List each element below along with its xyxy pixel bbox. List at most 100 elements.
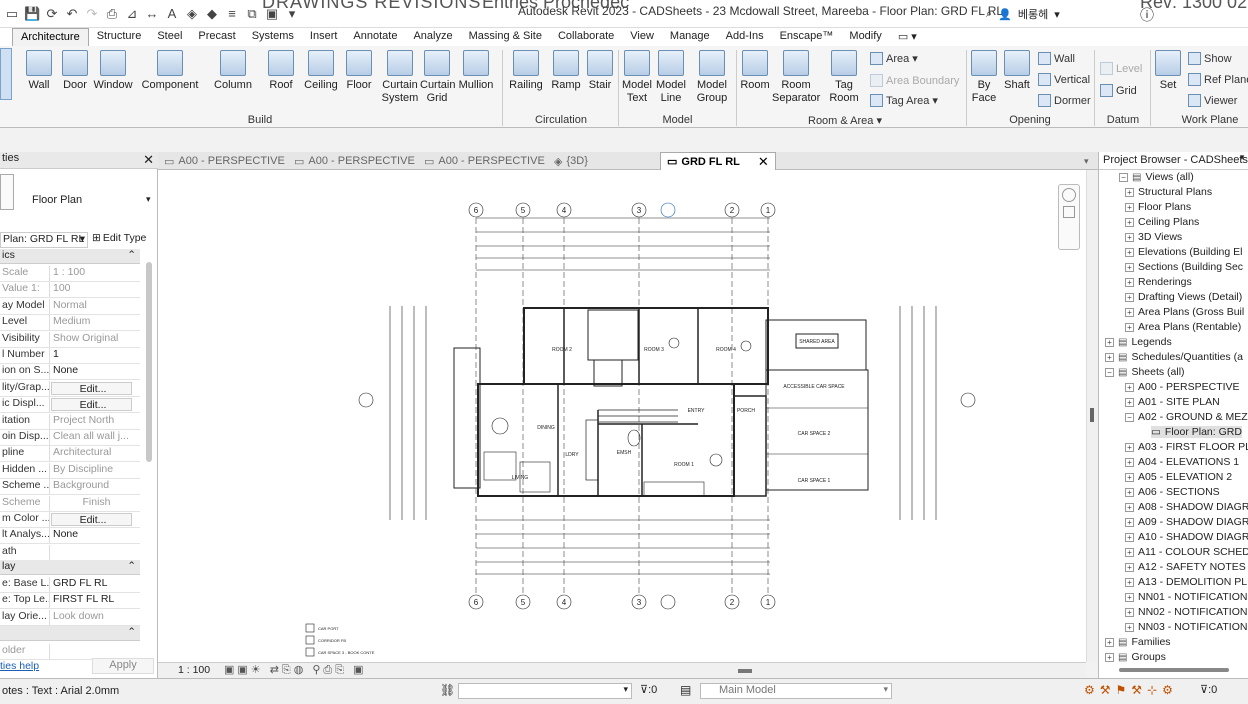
model-group-button[interactable]: Model Group [692, 50, 732, 105]
section-icon[interactable]: ◆ [204, 6, 220, 22]
prop-value[interactable]: 100 [50, 282, 140, 297]
tab-massing-site[interactable]: Massing & Site [461, 28, 550, 46]
browser-tree-item[interactable]: + Area Plans (Rentable) [1125, 321, 1241, 333]
tab-systems[interactable]: Systems [244, 28, 302, 46]
browser-tree-item[interactable]: + Ceiling Plans [1125, 216, 1199, 228]
prop-value[interactable]: None [50, 528, 140, 543]
browser-tree-item[interactable]: + Elevations (Building El [1125, 246, 1242, 258]
tab-view-a00-1[interactable]: ▭ A00 - PERSPECTIVE [164, 152, 285, 170]
properties-help-link[interactable]: ties help [0, 660, 39, 672]
undo-icon[interactable]: ↶ [64, 6, 80, 22]
browser-tree-item[interactable]: + A12 - SAFETY NOTES [1125, 561, 1246, 573]
curtain-grid-button[interactable]: Curtain Grid [420, 50, 455, 105]
show-button[interactable]: Show [1188, 52, 1232, 65]
apply-button[interactable]: Apply [92, 658, 154, 674]
browser-scrollbar[interactable] [1119, 668, 1229, 672]
measure-icon[interactable]: ⊿ [124, 6, 140, 22]
browser-tree-item[interactable]: + A13 - DEMOLITION PL [1125, 576, 1247, 588]
expand-icon[interactable]: + [1125, 277, 1134, 287]
browser-tree-item[interactable]: − ▤ Views (all) [1119, 171, 1194, 183]
worksharing-icon[interactable]: ⛓ [440, 683, 455, 697]
instance-selector[interactable]: Plan: GRD FL RL ▾ [0, 232, 88, 248]
browser-tree-item[interactable]: − A02 - GROUND & MEZ [1125, 411, 1248, 423]
browser-tree-item[interactable]: + Renderings [1125, 276, 1192, 288]
expand-icon[interactable]: + [1125, 517, 1134, 527]
prop-value[interactable]: Project North [50, 414, 140, 429]
ramp-button[interactable]: Ramp [550, 50, 582, 92]
browser-tree-item[interactable]: + A06 - SECTIONS [1125, 486, 1220, 498]
expand-icon[interactable]: + [1125, 442, 1134, 452]
tab-view-3d[interactable]: ◈ {3D} [554, 152, 588, 170]
section-extents[interactable]: lay ⌃ [0, 560, 140, 575]
prop-value[interactable]: Medium [50, 315, 140, 330]
expand-icon[interactable]: + [1125, 607, 1134, 617]
mullion-button[interactable]: Mullion [456, 50, 496, 92]
browser-tree-item[interactable]: + NN02 - NOTIFICATION [1125, 606, 1247, 618]
active-workset-dropdown[interactable]: Main Model ▾ [700, 683, 892, 699]
section-identity[interactable]: ⌃ [0, 626, 140, 641]
room-area-group-label[interactable]: Room & Area ▾ [780, 114, 910, 127]
browser-tree-item[interactable]: + A05 - ELEVATION 2 [1125, 471, 1232, 483]
prop-value[interactable]: Look down [50, 610, 140, 625]
browser-tree-item[interactable]: + A03 - FIRST FLOOR PLA [1125, 441, 1248, 453]
component-button[interactable]: Component [140, 50, 200, 92]
prop-value[interactable]: Normal [50, 299, 140, 314]
user-area[interactable]: ⌕ 👤 베롱헤 ▾ [986, 6, 1060, 22]
edit-type-button[interactable]: ⊞ Edit Type [92, 232, 146, 244]
tab-insert[interactable]: Insert [302, 28, 346, 46]
steering-wheel-icon[interactable] [1062, 188, 1076, 202]
prop-value[interactable]: Architectural [50, 446, 140, 461]
prop-value[interactable]: 1 [50, 348, 140, 363]
print-icon[interactable]: ⎙ [104, 6, 120, 22]
selection-toggles-icons[interactable]: ⚙⚒⚑⚒⊹⚙ [1084, 683, 1178, 697]
tab-analyze[interactable]: Analyze [405, 28, 460, 46]
selection-filter-icon[interactable]: ⊽:0 [640, 683, 657, 696]
expand-icon[interactable]: + [1125, 592, 1134, 602]
thin-lines-icon[interactable]: ≡ [224, 6, 240, 22]
view-control-icons[interactable]: ▣▣☀ ⇄⎘◍ ⚲⎙⎘ ▣ [224, 663, 366, 677]
tab-collaborate[interactable]: Collaborate [550, 28, 622, 46]
edit-button[interactable]: Edit... [51, 398, 132, 412]
model-line-button[interactable]: Model Line [654, 50, 688, 105]
expand-icon[interactable]: + [1125, 622, 1134, 632]
tag-icon[interactable]: A [164, 6, 180, 22]
edit-button[interactable]: Edit... [51, 513, 132, 526]
expand-icon[interactable]: + [1125, 292, 1134, 302]
expand-icon[interactable]: + [1125, 562, 1134, 572]
railing-button[interactable]: Railing [506, 50, 546, 92]
browser-tree-item[interactable]: ▭ Floor Plan: GRD [1151, 426, 1242, 438]
edit-button[interactable]: Edit... [51, 381, 132, 395]
tag-room-button[interactable]: Tag Room [826, 50, 862, 105]
browser-tree-item[interactable]: + ▤ Schedules/Quantities (a [1105, 351, 1243, 363]
tab-precast[interactable]: Precast [190, 28, 243, 46]
close-hidden-icon[interactable]: ⧉ [244, 6, 260, 22]
area-button[interactable]: Area ▾ [870, 52, 918, 65]
browser-tree-item[interactable]: + ▤ Groups [1105, 651, 1166, 663]
browser-tree-item[interactable]: + Drafting Views (Detail) [1125, 291, 1242, 303]
stair-button[interactable]: Stair [584, 50, 616, 92]
tab-annotate[interactable]: Annotate [345, 28, 405, 46]
model-text-button[interactable]: Model Text [620, 50, 654, 105]
tab-add-ins[interactable]: Add-Ins [718, 28, 772, 46]
browser-tree-item[interactable]: + A04 - ELEVATIONS 1 [1125, 456, 1239, 468]
canvas-vertical-scrollbar-track[interactable] [1086, 170, 1098, 662]
design-options-icon[interactable]: ▤ [680, 683, 691, 697]
type-selector[interactable]: Floor Plan [32, 194, 82, 206]
switch-windows-icon[interactable]: ▣ [264, 6, 280, 22]
prop-value[interactable]: None [50, 364, 140, 379]
view-scale[interactable]: 1 : 100 [178, 664, 210, 676]
help-icon[interactable]: ⓘ [1140, 5, 1154, 25]
user-name[interactable]: 베롱헤 [1018, 6, 1048, 22]
expand-icon[interactable]: + [1125, 397, 1134, 407]
close-icon[interactable]: ✕ [143, 152, 154, 168]
expand-icon[interactable]: + [1125, 502, 1134, 512]
tag-area-button[interactable]: Tag Area ▾ [870, 94, 938, 107]
browser-tree-item[interactable]: + Sections (Building Sec [1125, 261, 1243, 273]
prop-value[interactable] [50, 545, 140, 560]
room-button[interactable]: Room [738, 50, 772, 92]
collapse-icon[interactable]: − [1105, 367, 1114, 377]
expand-icon[interactable]: + [1125, 577, 1134, 587]
expand-icon[interactable]: + [1105, 652, 1114, 662]
tabs-dropdown-icon[interactable]: ▾ [1084, 152, 1089, 170]
browser-tree-item[interactable]: + Structural Plans [1125, 186, 1212, 198]
